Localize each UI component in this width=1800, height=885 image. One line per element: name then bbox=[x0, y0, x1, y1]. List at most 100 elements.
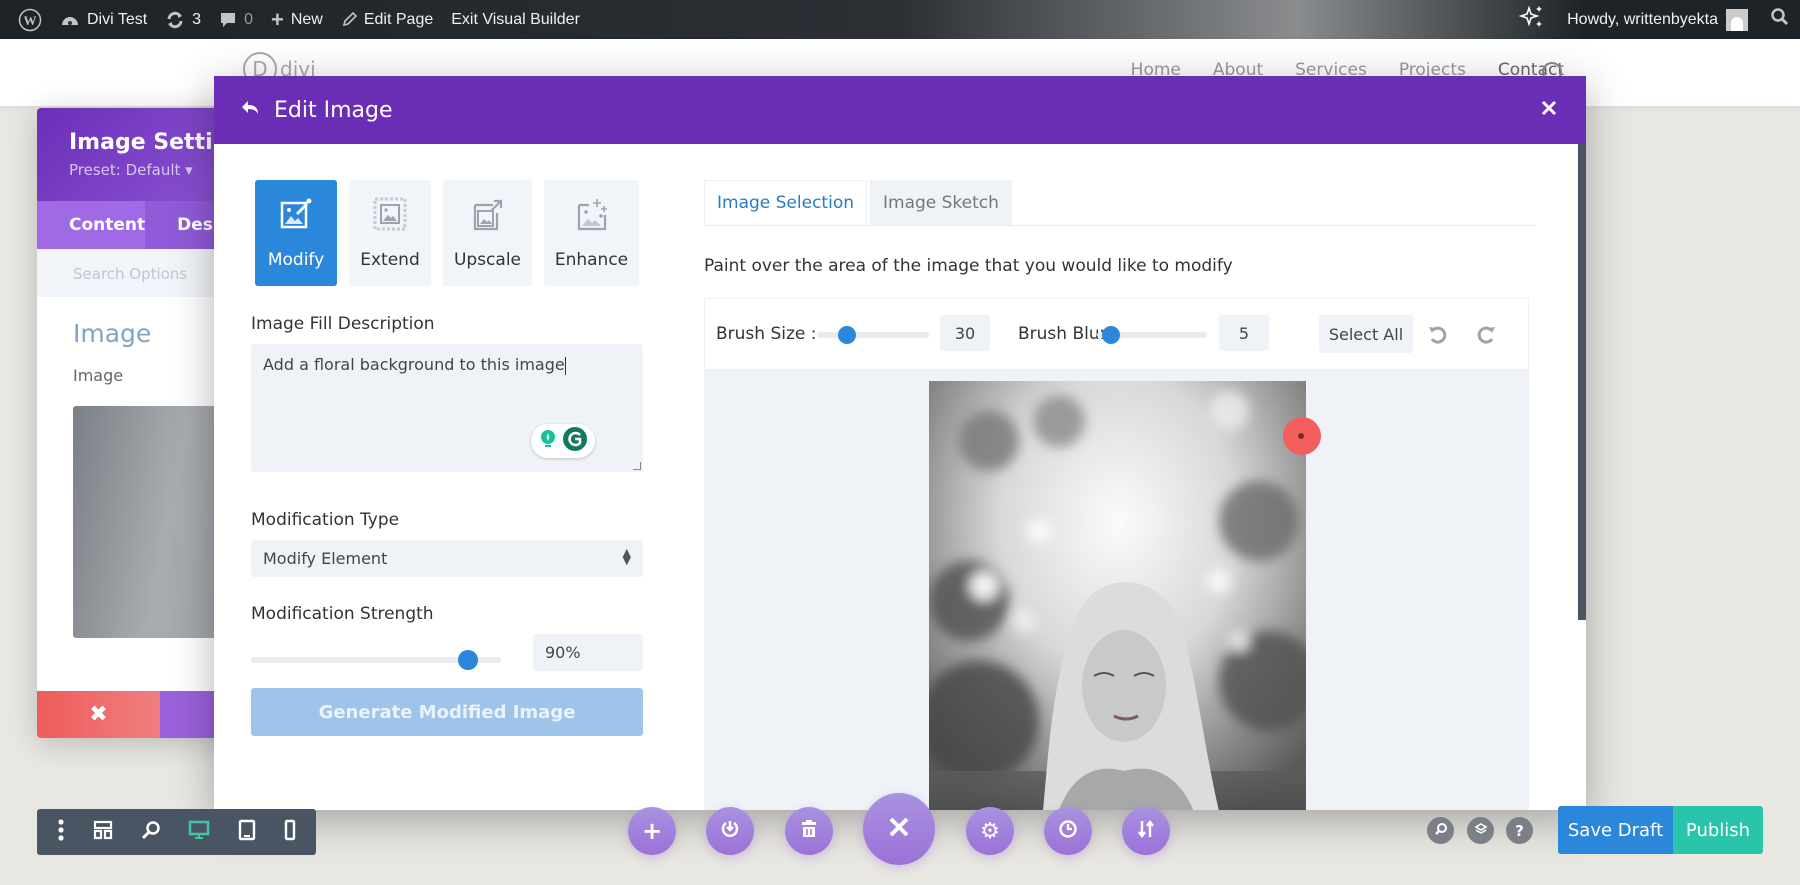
site-name-link[interactable]: Divi Test bbox=[60, 11, 147, 29]
more-options-icon[interactable] bbox=[57, 818, 65, 846]
brush-cursor bbox=[1283, 417, 1321, 455]
close-icon bbox=[887, 815, 911, 843]
search-button[interactable] bbox=[1427, 817, 1454, 844]
portability-button[interactable] bbox=[1122, 807, 1170, 855]
comments-link[interactable]: 0 bbox=[219, 11, 253, 29]
modification-strength-slider[interactable] bbox=[251, 650, 501, 670]
preset-dropdown[interactable]: Preset: Default ▾ bbox=[69, 161, 237, 179]
text-caret bbox=[564, 356, 566, 375]
modification-strength-label: Modification Strength bbox=[251, 604, 434, 624]
page-settings-button[interactable]: ⚙ bbox=[966, 807, 1014, 855]
add-module-button[interactable]: + bbox=[628, 807, 676, 855]
image-preview[interactable] bbox=[73, 406, 237, 638]
select-all-button[interactable]: Select All bbox=[1319, 315, 1413, 353]
mode-extend-button[interactable]: Extend bbox=[349, 180, 431, 286]
help-icon: ? bbox=[1515, 821, 1524, 840]
modification-type-select[interactable]: Modify Element ▲ ▼ bbox=[251, 540, 643, 577]
greeting-text: Howdy, writtenbyekta bbox=[1567, 10, 1718, 28]
modal-scrollbar[interactable] bbox=[1578, 144, 1586, 620]
mode-label: Enhance bbox=[554, 250, 629, 270]
view-mode-bar bbox=[37, 809, 316, 855]
mode-enhance-button[interactable]: Enhance bbox=[544, 180, 639, 286]
modification-type-label: Modification Type bbox=[251, 510, 400, 530]
comment-icon bbox=[219, 11, 237, 29]
new-content-link[interactable]: + New bbox=[271, 7, 323, 33]
load-layout-button[interactable] bbox=[706, 807, 754, 855]
trash-icon bbox=[800, 819, 818, 843]
history-button[interactable] bbox=[1044, 807, 1092, 855]
modal-header: Edit Image bbox=[214, 76, 1586, 144]
edit-page-link[interactable]: Edit Page bbox=[341, 11, 433, 29]
upscale-image-icon bbox=[471, 197, 505, 236]
lightbulb-icon bbox=[538, 428, 558, 454]
brush-blur-input[interactable]: 5 bbox=[1219, 315, 1269, 351]
plus-icon: + bbox=[641, 817, 663, 845]
discard-button[interactable]: ✖ bbox=[37, 691, 160, 738]
back-arrow-icon[interactable] bbox=[240, 98, 260, 123]
updates-count: 3 bbox=[192, 10, 202, 28]
close-builder-button[interactable] bbox=[863, 793, 935, 865]
undo-icon[interactable] bbox=[1427, 324, 1449, 351]
ai-sparkle-icon[interactable] bbox=[1518, 4, 1545, 35]
select-arrows-icon: ▲ ▼ bbox=[622, 546, 631, 567]
resize-handle[interactable] bbox=[633, 462, 641, 470]
zoom-icon[interactable] bbox=[141, 820, 161, 844]
desktop-view-icon[interactable] bbox=[188, 820, 210, 844]
updates-link[interactable]: 3 bbox=[165, 10, 201, 30]
wireframe-icon[interactable] bbox=[93, 820, 113, 844]
save-draft-button[interactable]: Save Draft bbox=[1558, 806, 1673, 854]
tab-content[interactable]: Content bbox=[37, 201, 146, 249]
modification-type-value: Modify Element bbox=[263, 549, 388, 568]
brush-blur-slider[interactable] bbox=[1097, 326, 1207, 344]
fill-description-label: Image Fill Description bbox=[251, 314, 435, 334]
new-label: New bbox=[290, 10, 323, 28]
fill-description-textarea[interactable]: Add a floral background to this image bbox=[251, 344, 643, 472]
close-icon: ✖ bbox=[89, 702, 108, 727]
modify-image-icon bbox=[279, 197, 313, 236]
layers-button[interactable] bbox=[1467, 817, 1494, 844]
extend-image-icon bbox=[373, 197, 407, 236]
settings-title: Image Settings bbox=[69, 130, 237, 155]
section-title[interactable]: Image bbox=[37, 297, 237, 348]
mode-modify-button[interactable]: Modify bbox=[255, 180, 337, 286]
mode-label: Modify bbox=[267, 250, 325, 270]
help-button[interactable]: ? bbox=[1506, 817, 1533, 844]
account-menu[interactable]: Howdy, writtenbyekta bbox=[1567, 8, 1748, 31]
settings-tabs: Content Design bbox=[37, 201, 237, 249]
image-settings-panel: Image Settings Preset: Default ▾ Content… bbox=[37, 108, 237, 738]
redo-icon[interactable] bbox=[1475, 324, 1497, 351]
modification-strength-input[interactable]: 90% bbox=[533, 634, 643, 671]
brush-size-slider[interactable] bbox=[817, 326, 929, 344]
generate-modified-image-button[interactable]: Generate Modified Image bbox=[251, 688, 643, 736]
search-icon bbox=[1434, 821, 1448, 840]
layers-icon bbox=[1473, 821, 1488, 840]
slider-handle[interactable] bbox=[458, 650, 478, 670]
tab-image-selection[interactable]: Image Selection bbox=[704, 180, 867, 225]
svg-text:W: W bbox=[24, 13, 37, 28]
wordpress-logo-icon[interactable]: W bbox=[18, 8, 42, 32]
clear-layout-button[interactable] bbox=[785, 807, 833, 855]
editable-image-canvas[interactable] bbox=[929, 381, 1306, 810]
search-options-input[interactable]: Search Options bbox=[37, 249, 237, 297]
brush-toolbar: Brush Size : 30 Brush Blur : 5 Select Al… bbox=[705, 299, 1528, 369]
tab-image-sketch[interactable]: Image Sketch bbox=[870, 180, 1012, 225]
brush-size-input[interactable]: 30 bbox=[940, 315, 990, 351]
grammarly-widget[interactable] bbox=[531, 424, 595, 458]
wp-admin-bar: W Divi Test 3 0 + New Edit Page Exit Vis… bbox=[0, 0, 1800, 39]
phone-view-icon[interactable] bbox=[284, 819, 296, 845]
settings-footer: ✖ bbox=[37, 691, 237, 738]
admin-search-icon[interactable] bbox=[1770, 7, 1790, 32]
user-avatar bbox=[1726, 8, 1748, 31]
slider-handle[interactable] bbox=[837, 326, 856, 344]
slider-handle[interactable] bbox=[1101, 326, 1120, 344]
exit-visual-builder-link[interactable]: Exit Visual Builder bbox=[451, 11, 580, 29]
brush-size-label: Brush Size : bbox=[716, 324, 817, 344]
tablet-view-icon[interactable] bbox=[238, 819, 256, 845]
mode-label: Extend bbox=[360, 250, 420, 270]
publish-button[interactable]: Publish bbox=[1673, 806, 1763, 854]
updates-icon bbox=[165, 10, 185, 30]
close-modal-button[interactable] bbox=[1540, 98, 1558, 123]
mode-upscale-button[interactable]: Upscale bbox=[443, 180, 532, 286]
image-field-label: Image bbox=[73, 366, 124, 385]
enhance-image-icon bbox=[575, 197, 609, 236]
